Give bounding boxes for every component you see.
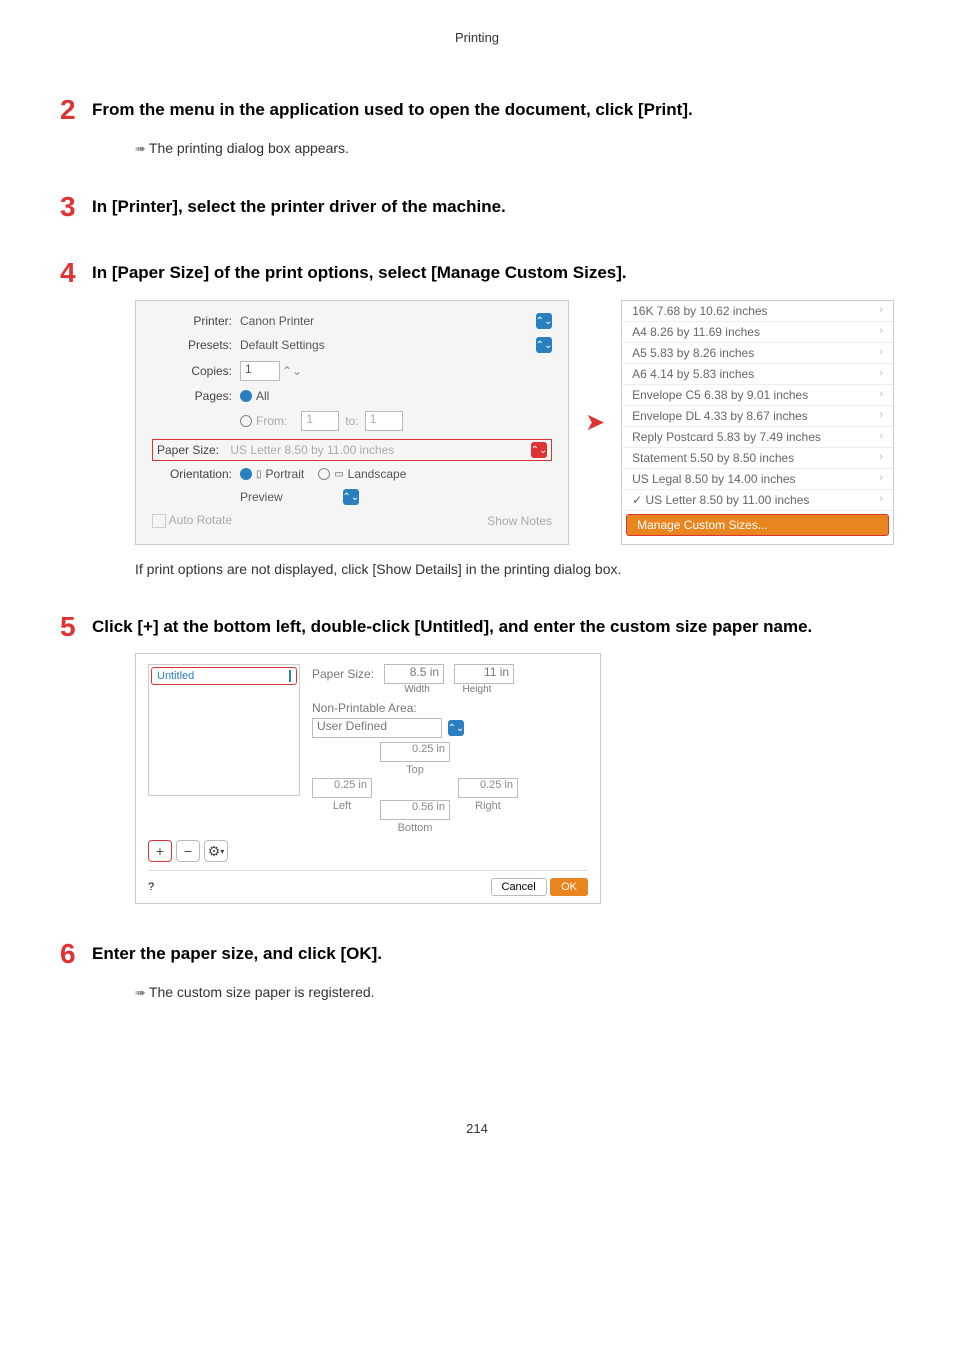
paper-size-row[interactable]: Paper Size: US Letter 8.50 by 11.00 inch… bbox=[152, 439, 552, 461]
radio-landscape[interactable] bbox=[318, 468, 330, 480]
paper-size-value: US Letter 8.50 by 11.00 inches bbox=[230, 443, 394, 457]
show-notes-label: Show Notes bbox=[487, 514, 552, 528]
step-title-6: Enter the paper size, and click [OK]. bbox=[92, 944, 382, 964]
add-button[interactable]: + bbox=[148, 840, 172, 862]
size-list: Untitled bbox=[148, 664, 300, 796]
right-input[interactable]: 0.25 in bbox=[458, 778, 518, 798]
help-button[interactable]: ? bbox=[148, 879, 164, 895]
printer-value: Canon Printer bbox=[240, 314, 314, 328]
dropdown-icon[interactable]: ⌃⌄ bbox=[531, 442, 547, 458]
radio-all[interactable] bbox=[240, 390, 252, 402]
step-number-4: 4 bbox=[60, 258, 80, 289]
paper-size-menu: 16K 7.68 by 10.62 inches› A4 8.26 by 11.… bbox=[621, 300, 894, 545]
page-header: Printing bbox=[60, 30, 894, 45]
size-option[interactable]: US Legal 8.50 by 14.00 inches› bbox=[622, 469, 893, 490]
right-label: Right bbox=[458, 800, 518, 820]
preview-label: Preview bbox=[240, 490, 283, 504]
dropdown-icon[interactable]: ⌃⌄ bbox=[536, 337, 552, 353]
page-number: 214 bbox=[60, 1121, 894, 1136]
copies-label: Copies: bbox=[152, 364, 232, 378]
checkbox-autorotate[interactable] bbox=[152, 514, 166, 528]
size-option[interactable]: Envelope C5 6.38 by 9.01 inches› bbox=[622, 385, 893, 406]
landscape-label: Landscape bbox=[348, 467, 407, 481]
cancel-button[interactable]: Cancel bbox=[491, 878, 547, 896]
orientation-label: Orientation: bbox=[152, 467, 232, 481]
step-title-5: Click [+] at the bottom left, double-cli… bbox=[92, 617, 812, 637]
to-input[interactable]: 1 bbox=[365, 411, 403, 431]
presets-label: Presets: bbox=[152, 338, 232, 352]
left-input[interactable]: 0.25 in bbox=[312, 778, 372, 798]
size-option[interactable]: Statement 5.50 by 8.50 inches› bbox=[622, 448, 893, 469]
size-option-selected[interactable]: ✓ US Letter 8.50 by 11.00 inches› bbox=[622, 490, 893, 511]
size-option[interactable]: 16K 7.68 by 10.62 inches› bbox=[622, 301, 893, 322]
dropdown-icon[interactable]: ⌃⌄ bbox=[536, 313, 552, 329]
step-number-6: 6 bbox=[60, 939, 80, 970]
from-label: From: bbox=[256, 414, 287, 428]
ok-button[interactable]: OK bbox=[550, 878, 588, 896]
width-label: Width bbox=[392, 684, 442, 695]
pages-label: Pages: bbox=[152, 389, 232, 403]
from-input[interactable]: 1 bbox=[301, 411, 339, 431]
height-label: Height bbox=[452, 684, 502, 695]
manage-custom-sizes[interactable]: Manage Custom Sizes... bbox=[626, 514, 889, 536]
untitled-item[interactable]: Untitled bbox=[151, 667, 297, 685]
presets-value: Default Settings bbox=[240, 338, 325, 352]
step-title-3: In [Printer], select the printer driver … bbox=[92, 197, 506, 217]
dropdown-icon[interactable]: ⌃⌄ bbox=[343, 489, 359, 505]
paper-size-label: Paper Size: bbox=[157, 443, 219, 457]
radio-from[interactable] bbox=[240, 415, 252, 427]
step-number-2: 2 bbox=[60, 95, 80, 126]
step-title-4: In [Paper Size] of the print options, se… bbox=[92, 263, 627, 283]
top-input[interactable]: 0.25 in bbox=[380, 742, 450, 762]
all-label: All bbox=[256, 389, 269, 403]
npa-label: Non-Printable Area: bbox=[312, 701, 588, 715]
print-dialog: Printer: Canon Printer ⌃⌄ Presets: Defau… bbox=[135, 300, 569, 545]
bottom-label: Bottom bbox=[380, 822, 450, 834]
copies-input[interactable]: 1 bbox=[240, 361, 280, 381]
left-label: Left bbox=[312, 800, 372, 820]
size-option[interactable]: A6 4.14 by 5.83 inches› bbox=[622, 364, 893, 385]
dropdown-icon[interactable]: ⌃⌄ bbox=[448, 720, 464, 736]
custom-size-dialog: Untitled Paper Size: 8.5 in 11 in Width … bbox=[135, 653, 601, 904]
options-button[interactable]: ⚙︎▾ bbox=[204, 840, 228, 862]
result-arrow-icon: ➠ bbox=[135, 141, 146, 156]
size-option[interactable]: A4 8.26 by 11.69 inches› bbox=[622, 322, 893, 343]
width-input[interactable]: 8.5 in bbox=[384, 664, 444, 684]
step4-note: If print options are not displayed, clic… bbox=[135, 561, 894, 577]
portrait-label: Portrait bbox=[266, 467, 305, 481]
auto-rotate-label: Auto Rotate bbox=[169, 513, 232, 527]
red-arrow-icon: ➤ bbox=[585, 408, 605, 437]
radio-portrait[interactable] bbox=[240, 468, 252, 480]
size-option[interactable]: A5 5.83 by 8.26 inches› bbox=[622, 343, 893, 364]
size-option[interactable]: Reply Postcard 5.83 by 7.49 inches› bbox=[622, 427, 893, 448]
printer-label: Printer: bbox=[152, 314, 232, 328]
remove-button[interactable]: − bbox=[176, 840, 200, 862]
bottom-input[interactable]: 0.56 in bbox=[380, 800, 450, 820]
height-input[interactable]: 11 in bbox=[454, 664, 514, 684]
top-label: Top bbox=[380, 764, 450, 776]
step-number-5: 5 bbox=[60, 612, 80, 643]
result-arrow-icon: ➠ bbox=[135, 985, 146, 1000]
step-sub-2: The printing dialog box appears. bbox=[149, 140, 349, 156]
user-defined-select[interactable]: User Defined bbox=[312, 718, 442, 738]
stepper-icon[interactable]: ⌃⌄ bbox=[282, 364, 302, 378]
step-title-2: From the menu in the application used to… bbox=[92, 100, 693, 120]
size-option[interactable]: Envelope DL 4.33 by 8.67 inches› bbox=[622, 406, 893, 427]
step-sub-6: The custom size paper is registered. bbox=[149, 984, 375, 1000]
paper-size-label: Paper Size: bbox=[312, 667, 374, 681]
step-number-3: 3 bbox=[60, 192, 80, 223]
to-label: to: bbox=[345, 414, 358, 428]
